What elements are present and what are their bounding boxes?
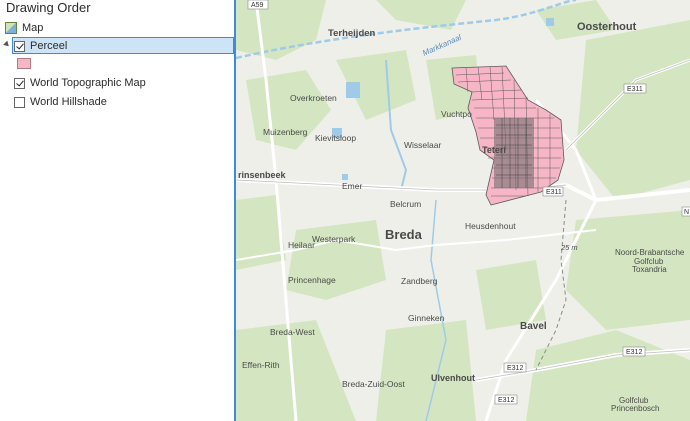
place-label: Westerpark (312, 234, 356, 244)
place-label: Ulvenhout (431, 373, 475, 383)
place-label: Vuchtpo (441, 109, 472, 119)
place-label: Effen-Rith (242, 360, 280, 370)
svg-text:N: N (684, 209, 689, 216)
layer-world-topographic-map[interactable]: World Topographic Map (14, 74, 146, 92)
place-label: Toxandria (632, 265, 667, 274)
place-label: Princenbosch (611, 404, 659, 413)
place-label: Heusdenhout (465, 221, 516, 231)
checkbox-icon[interactable] (14, 77, 25, 89)
place-label: Bavel (520, 321, 547, 332)
place-label: Breda-West (270, 327, 315, 337)
city-label: Breda (385, 227, 423, 242)
elevation-label: 25 m (560, 243, 578, 252)
route-shield-e312-bottom: E312 (503, 362, 527, 373)
route-shield-e311-mid: E311 (542, 186, 564, 197)
perceel-symbol-swatch[interactable] (17, 58, 31, 69)
svg-text:A59: A59 (251, 2, 264, 9)
route-shield-a59: A59 (247, 0, 269, 10)
place-label: Teteri (482, 145, 506, 155)
place-label: Kievitsloop (315, 133, 356, 143)
checkbox-icon[interactable] (14, 96, 25, 108)
place-label: Zandberg (401, 276, 438, 286)
layer-label: World Topographic Map (30, 77, 146, 89)
place-label: rinsenbeek (238, 170, 287, 180)
place-label: Noord-Brabantsche (615, 248, 685, 257)
map-icon (5, 22, 17, 34)
layer-world-hillshade[interactable]: World Hillshade (14, 93, 107, 111)
svg-text:E311: E311 (546, 189, 562, 196)
place-label: Emer (342, 181, 362, 191)
svg-text:E312: E312 (498, 397, 514, 404)
svg-text:E312: E312 (626, 349, 642, 356)
layer-label: Perceel (30, 40, 68, 52)
place-label: Oosterhout (577, 21, 637, 33)
route-shield-e312-low: E312 (494, 394, 518, 405)
svg-text:E311: E311 (627, 86, 643, 93)
place-label: Overkroeten (290, 93, 337, 103)
map-view[interactable]: Oosterhout Terheijden Markkanaal Overkro… (236, 0, 690, 421)
panel-title: Drawing Order (6, 0, 91, 15)
basemap[interactable]: Oosterhout Terheijden Markkanaal Overkro… (236, 0, 690, 421)
place-label: Belcrum (390, 199, 421, 209)
svg-text:E312: E312 (507, 365, 523, 372)
expand-collapse-icon[interactable] (3, 40, 11, 49)
place-label: Princenhage (288, 275, 336, 285)
route-shield-e311-top: E311 (623, 83, 647, 94)
layer-label: World Hillshade (30, 96, 107, 108)
place-label: Ginneken (408, 313, 445, 323)
map-node[interactable]: Map (0, 19, 43, 37)
place-label: Breda-Zuid-Oost (342, 379, 405, 389)
route-shield-e312-right: E312 (622, 346, 646, 357)
place-label: Wisselaar (404, 140, 441, 150)
map-node-label: Map (22, 22, 44, 34)
drawing-order-panel: Drawing Order Map Perceel World Topograp… (0, 0, 234, 421)
place-label: Muizenberg (263, 127, 308, 137)
checkbox-icon[interactable] (14, 40, 25, 52)
place-label: Terheijden (328, 28, 376, 39)
layer-perceel[interactable]: Perceel (14, 37, 67, 55)
route-shield-n-edge: N (681, 206, 690, 217)
